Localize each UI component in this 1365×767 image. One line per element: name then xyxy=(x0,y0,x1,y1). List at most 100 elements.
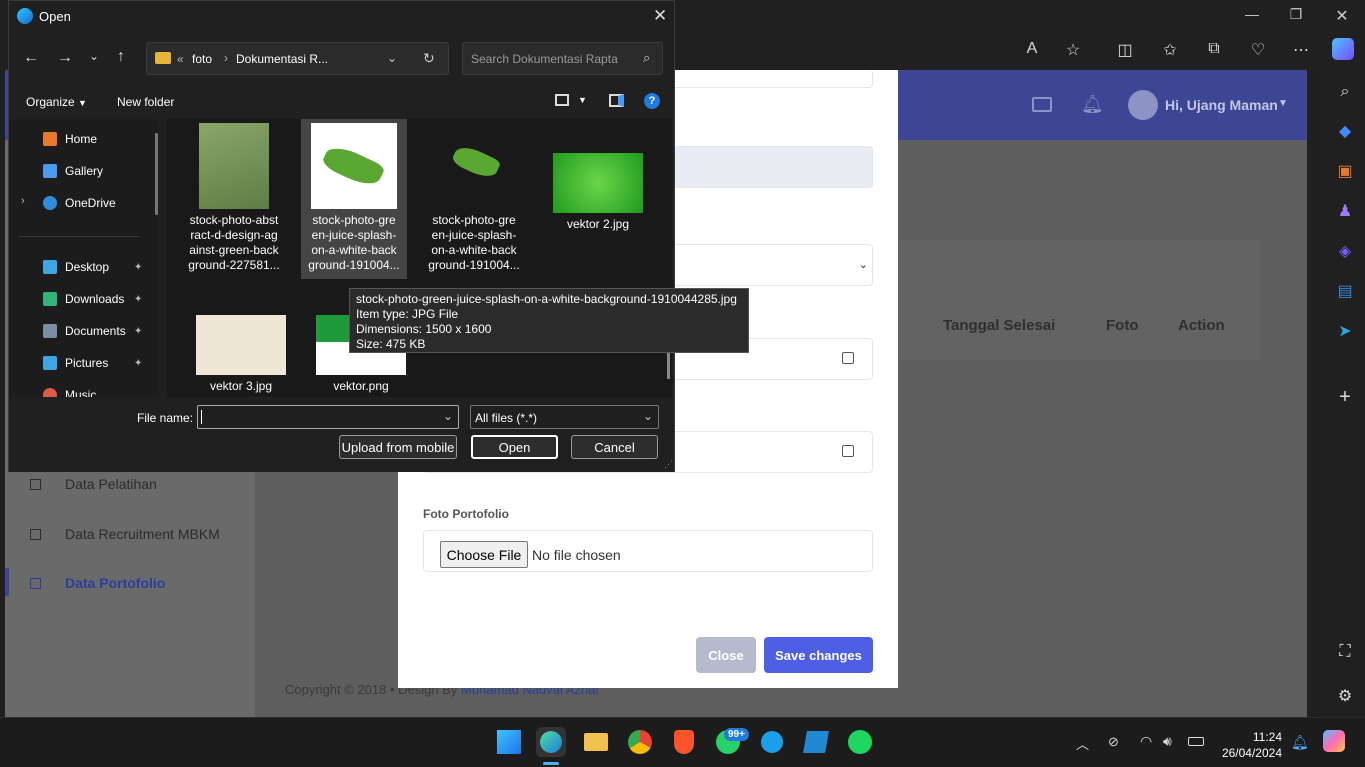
games-icon[interactable]: ♟ xyxy=(1333,200,1357,224)
nav-scrollbar[interactable] xyxy=(155,133,158,215)
cancel-button[interactable]: Cancel xyxy=(571,435,658,459)
start-windows-icon[interactable] xyxy=(494,727,524,757)
network-off-icon[interactable]: ⊘ xyxy=(1108,734,1119,750)
recent-chevron-icon[interactable]: ⌄ xyxy=(89,49,99,63)
choose-file-button[interactable]: Choose File xyxy=(440,541,528,568)
wifi-icon[interactable]: ◠ xyxy=(1140,733,1152,750)
favorites-icon[interactable]: ✩ xyxy=(1158,40,1182,60)
nav-item-pictures[interactable]: Pictures xyxy=(43,353,108,373)
browser-essentials-icon[interactable]: ♡ xyxy=(1246,40,1270,60)
outlook-icon[interactable]: ▤ xyxy=(1333,280,1357,304)
copilot-rail-icon[interactable]: ◈ xyxy=(1333,240,1357,264)
more-menu-icon[interactable]: ⋯ xyxy=(1289,40,1313,60)
address-dropdown-icon[interactable]: ⌄ xyxy=(387,51,397,65)
calendar-icon[interactable] xyxy=(842,445,854,457)
breadcrumb-separator-icon: › xyxy=(224,51,228,65)
file-explorer-icon[interactable] xyxy=(581,727,611,757)
nav-item-home[interactable]: Home xyxy=(43,129,97,149)
sidebar-item-data-portofolio[interactable]: Data Portofolio xyxy=(30,571,165,595)
bell-icon[interactable]: 🔔︎ xyxy=(1081,94,1104,115)
clock-date[interactable]: 26/04/2024 xyxy=(1218,746,1282,760)
collections-icon[interactable]: ⧉ xyxy=(1202,40,1226,58)
vscode-icon[interactable] xyxy=(801,727,831,757)
chevron-up-icon[interactable]: ︿ xyxy=(1076,734,1089,753)
send-icon[interactable]: ➤ xyxy=(1333,320,1357,344)
add-icon[interactable]: + xyxy=(1333,385,1357,409)
read-aloud-icon[interactable]: A xyxy=(1020,40,1044,58)
file-item-selected[interactable]: stock-photo-gre en-juice-splash- on-a-wh… xyxy=(298,123,410,273)
view-chevron-icon[interactable]: ▼ xyxy=(578,95,587,105)
settings-gear-icon[interactable]: ⚙ xyxy=(1333,685,1357,709)
sidebar-item-data-recruitment-mbkm[interactable]: Data Recruitment MBKM xyxy=(30,522,220,546)
file-name-input[interactable]: ⌄ xyxy=(197,405,459,429)
chrome-icon[interactable] xyxy=(625,727,655,757)
pin-icon[interactable]: ✦ xyxy=(134,326,142,337)
user-greeting[interactable]: Hi, Ujang Maman xyxy=(1165,97,1278,113)
copilot-icon[interactable] xyxy=(1332,38,1354,60)
shopping-icon[interactable]: ◆ xyxy=(1333,120,1357,144)
resize-grip-icon[interactable]: ⋰ xyxy=(664,459,673,470)
forward-arrow-icon[interactable]: → xyxy=(57,49,73,67)
battery-icon[interactable] xyxy=(1188,737,1204,746)
breadcrumb-dokumentasi[interactable]: Dokumentasi R... xyxy=(236,52,328,66)
spotify-icon[interactable] xyxy=(845,727,875,757)
tools-icon[interactable]: ▣ xyxy=(1333,160,1357,184)
file-type-select[interactable]: All files (*.*) ⌄ xyxy=(470,405,659,429)
upload-from-mobile-button[interactable]: Upload from mobile xyxy=(339,435,457,459)
minimize-icon[interactable]: — xyxy=(1230,6,1274,22)
dialog-close-icon[interactable]: ✕ xyxy=(653,6,667,26)
file-thumbnail xyxy=(553,153,643,213)
close-window-icon[interactable]: ✕ xyxy=(1320,6,1364,26)
file-thumbnail xyxy=(199,123,269,209)
screenshot-icon[interactable]: ⛶ xyxy=(1333,640,1357,664)
search-icon[interactable]: ⌕ xyxy=(643,50,650,66)
sidebar-item-data-pelatihan[interactable]: Data Pelatihan xyxy=(30,472,157,496)
copilot-taskbar-icon[interactable] xyxy=(1323,730,1345,752)
save-changes-button[interactable]: Save changes xyxy=(764,637,873,673)
expand-chevron-icon[interactable]: › xyxy=(21,195,25,207)
nav-item-documents[interactable]: Documents xyxy=(43,321,126,341)
brave-icon[interactable] xyxy=(669,727,699,757)
pin-icon[interactable]: ✦ xyxy=(134,294,142,305)
split-screen-icon[interactable]: ◫ xyxy=(1113,40,1137,60)
notification-bell-icon[interactable]: 🔔︎ xyxy=(1291,734,1309,751)
pin-icon[interactable]: ✦ xyxy=(134,262,142,273)
volume-icon[interactable]: 🔊︎ xyxy=(1163,733,1172,750)
new-folder-button[interactable]: New folder xyxy=(117,95,174,109)
nav-item-desktop[interactable]: Desktop xyxy=(43,257,109,277)
restore-icon[interactable]: ❐ xyxy=(1274,6,1318,23)
nav-item-onedrive[interactable]: OneDrive xyxy=(43,193,116,213)
favorite-star-icon[interactable]: ☆ xyxy=(1061,40,1085,60)
back-arrow-icon[interactable]: ← xyxy=(23,49,39,67)
view-options-icon[interactable] xyxy=(555,94,569,106)
organize-button[interactable]: Organize ▼ xyxy=(26,95,87,109)
nav-item-downloads[interactable]: Downloads xyxy=(43,289,124,309)
file-item[interactable]: stock-photo-gre en-juice-splash- on-a-wh… xyxy=(418,123,530,273)
chevron-down-icon[interactable]: ⌄ xyxy=(443,409,453,423)
edge-taskbar-icon[interactable] xyxy=(536,727,566,757)
file-item[interactable]: vektor 2.jpg xyxy=(542,153,654,232)
preview-pane-icon[interactable] xyxy=(609,94,624,107)
help-icon[interactable]: ? xyxy=(644,93,660,109)
clock-time[interactable]: 11:24 xyxy=(1230,730,1282,744)
overflow-chevron-icon[interactable]: « xyxy=(177,52,184,66)
mail-icon[interactable] xyxy=(1032,97,1052,112)
chevron-down-icon[interactable]: ▼ xyxy=(1278,98,1288,109)
avatar[interactable] xyxy=(1128,90,1158,120)
search-box[interactable]: Search Dokumentasi Rapta ⌕ xyxy=(462,42,663,75)
open-button[interactable]: Open xyxy=(471,435,558,459)
up-arrow-icon[interactable]: ↑ xyxy=(117,48,125,66)
search-icon[interactable]: ⌕ xyxy=(1333,80,1357,104)
file-input[interactable]: Choose File No file chosen xyxy=(423,530,873,572)
pin-icon[interactable]: ✦ xyxy=(134,358,142,369)
breadcrumb-foto[interactable]: foto xyxy=(192,52,212,66)
app-icon[interactable] xyxy=(757,727,787,757)
address-bar[interactable]: « foto › Dokumentasi R... ⌄ ↻ xyxy=(146,42,449,75)
file-list-scrollbar[interactable] xyxy=(667,353,670,379)
refresh-icon[interactable]: ↻ xyxy=(423,50,435,67)
close-button[interactable]: Close xyxy=(696,637,756,673)
calendar-icon[interactable] xyxy=(842,352,854,364)
nav-item-gallery[interactable]: Gallery xyxy=(43,161,103,181)
file-item[interactable]: vektor 3.jpg xyxy=(185,315,297,394)
file-item[interactable]: stock-photo-abst ract-d-design-ag ainst-… xyxy=(178,123,290,273)
